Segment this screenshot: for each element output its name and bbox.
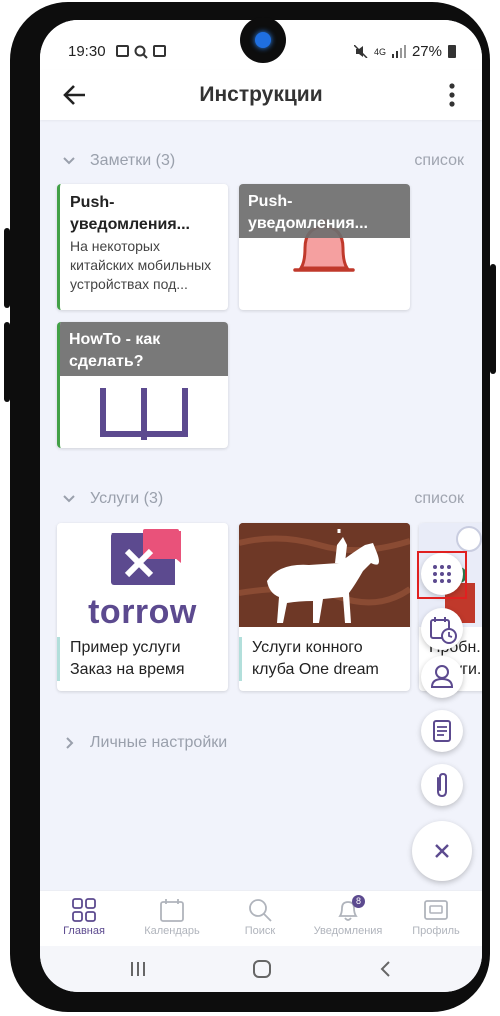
nav-search[interactable]: Поиск — [216, 895, 304, 945]
bottom-nav: Главная Календарь Поиск 8 Уведомления Пр… — [40, 890, 482, 946]
system-nav-bar — [40, 946, 482, 992]
page-title: Инструкции — [199, 83, 323, 106]
grid-icon — [72, 898, 96, 922]
chevron-down-icon — [63, 157, 75, 165]
note-card[interactable]: Push-уведомления... — [239, 184, 410, 310]
network-type: 4G — [373, 46, 386, 57]
volume-button-lower — [4, 322, 10, 402]
chevron-down-icon — [63, 495, 75, 503]
selection-highlight — [417, 551, 467, 599]
recent-apps-icon[interactable] — [128, 959, 148, 979]
paperclip-icon — [437, 772, 447, 798]
search-icon — [249, 899, 272, 922]
signal-icon — [391, 45, 406, 58]
close-icon — [435, 844, 449, 858]
note-card-body: На некоторых китайских мобильных устройс… — [70, 238, 212, 292]
battery-icon — [448, 45, 456, 58]
app-bar: Инструкции — [40, 70, 482, 120]
section-services-header[interactable]: Услуги (3) список — [62, 488, 472, 512]
fab-person-button[interactable] — [421, 656, 463, 698]
status-right: 4G 27% — [353, 43, 456, 60]
search-notification-icon — [134, 45, 148, 59]
document-icon — [433, 720, 451, 742]
status-notification-icons — [116, 45, 166, 59]
note-card-title: Push-уведомления... — [248, 193, 368, 232]
gallery-icon — [116, 45, 129, 57]
status-time: 19:30 — [68, 43, 106, 60]
note-card-title-bar: Push-уведомления... — [239, 184, 410, 238]
section-notes-header[interactable]: Заметки (3) список — [62, 150, 472, 174]
section-personal-header[interactable]: Личные настройки — [62, 732, 472, 756]
system-back-icon[interactable] — [376, 959, 396, 979]
fab-attachment-button[interactable] — [421, 764, 463, 806]
fab-close-button[interactable] — [412, 821, 472, 881]
nav-notifications-label: Уведомления — [313, 925, 383, 937]
chevron-right-icon — [66, 737, 74, 749]
nav-profile-label: Профиль — [412, 925, 460, 937]
fab-document-button[interactable] — [421, 710, 463, 752]
service-card[interactable]: Услуги конного клуба One dream — [239, 523, 410, 691]
torrow-logo: torrow — [57, 523, 228, 631]
app-notification-icon — [153, 45, 166, 57]
more-menu-button[interactable] — [440, 80, 464, 110]
section-notes-list-link[interactable]: список — [414, 152, 464, 170]
section-personal-title: Личные настройки — [90, 734, 228, 751]
notifications-badge: 8 — [352, 895, 365, 908]
mute-icon — [353, 45, 368, 58]
note-card[interactable]: HowTo - как сделать? — [57, 322, 228, 448]
nav-calendar-label: Календарь — [144, 925, 200, 937]
horse-rider-image — [239, 523, 410, 627]
power-button — [490, 264, 496, 374]
fab-calendar-button[interactable] — [421, 608, 463, 650]
home-icon[interactable] — [251, 958, 273, 980]
section-services-title: Услуги (3) — [90, 490, 164, 507]
nav-calendar[interactable]: Календарь — [128, 895, 216, 945]
torrow-logo-mark — [111, 529, 181, 585]
profile-card-icon — [424, 900, 448, 920]
nav-home[interactable]: Главная — [40, 895, 128, 945]
more-vertical-icon — [449, 83, 455, 107]
section-services-list-link[interactable]: список — [414, 490, 464, 508]
nav-home-label: Главная — [63, 925, 105, 937]
nav-profile[interactable]: Профиль — [392, 895, 480, 945]
phone-frame: 19:30 4G 27% Инструкции Заметки (3) спис… — [4, 2, 496, 1012]
volume-button — [4, 228, 10, 308]
service-card[interactable]: torrow Пример услуги Заказ на время — [57, 523, 228, 691]
calendar-icon — [160, 899, 184, 922]
horse-rider-image-art — [239, 523, 410, 627]
service-card-caption: Услуги конного клуба One dream — [239, 637, 404, 681]
service-card-caption: Пример услуги Заказ на время — [57, 637, 222, 681]
note-card[interactable]: Push-уведомления... На некоторых китайск… — [57, 184, 228, 310]
note-card-title: Push-уведомления... — [70, 194, 190, 233]
nav-search-label: Поиск — [244, 925, 276, 937]
battery-percent: 27% — [411, 43, 442, 60]
note-card-title-bar: HowTo - как сделать? — [60, 322, 228, 376]
content: Заметки (3) список Push-уведомления... Н… — [40, 120, 482, 890]
person-icon — [430, 665, 454, 688]
torrow-logo-text: torrow — [88, 593, 197, 631]
nav-notifications[interactable]: 8 Уведомления — [304, 895, 392, 945]
front-camera — [240, 17, 286, 63]
calendar-clock-icon — [430, 617, 457, 644]
note-card-title: HowTo - как сделать? — [69, 331, 161, 370]
screen: 19:30 4G 27% Инструкции Заметки (3) спис… — [40, 20, 482, 992]
section-notes-title: Заметки (3) — [90, 152, 176, 169]
